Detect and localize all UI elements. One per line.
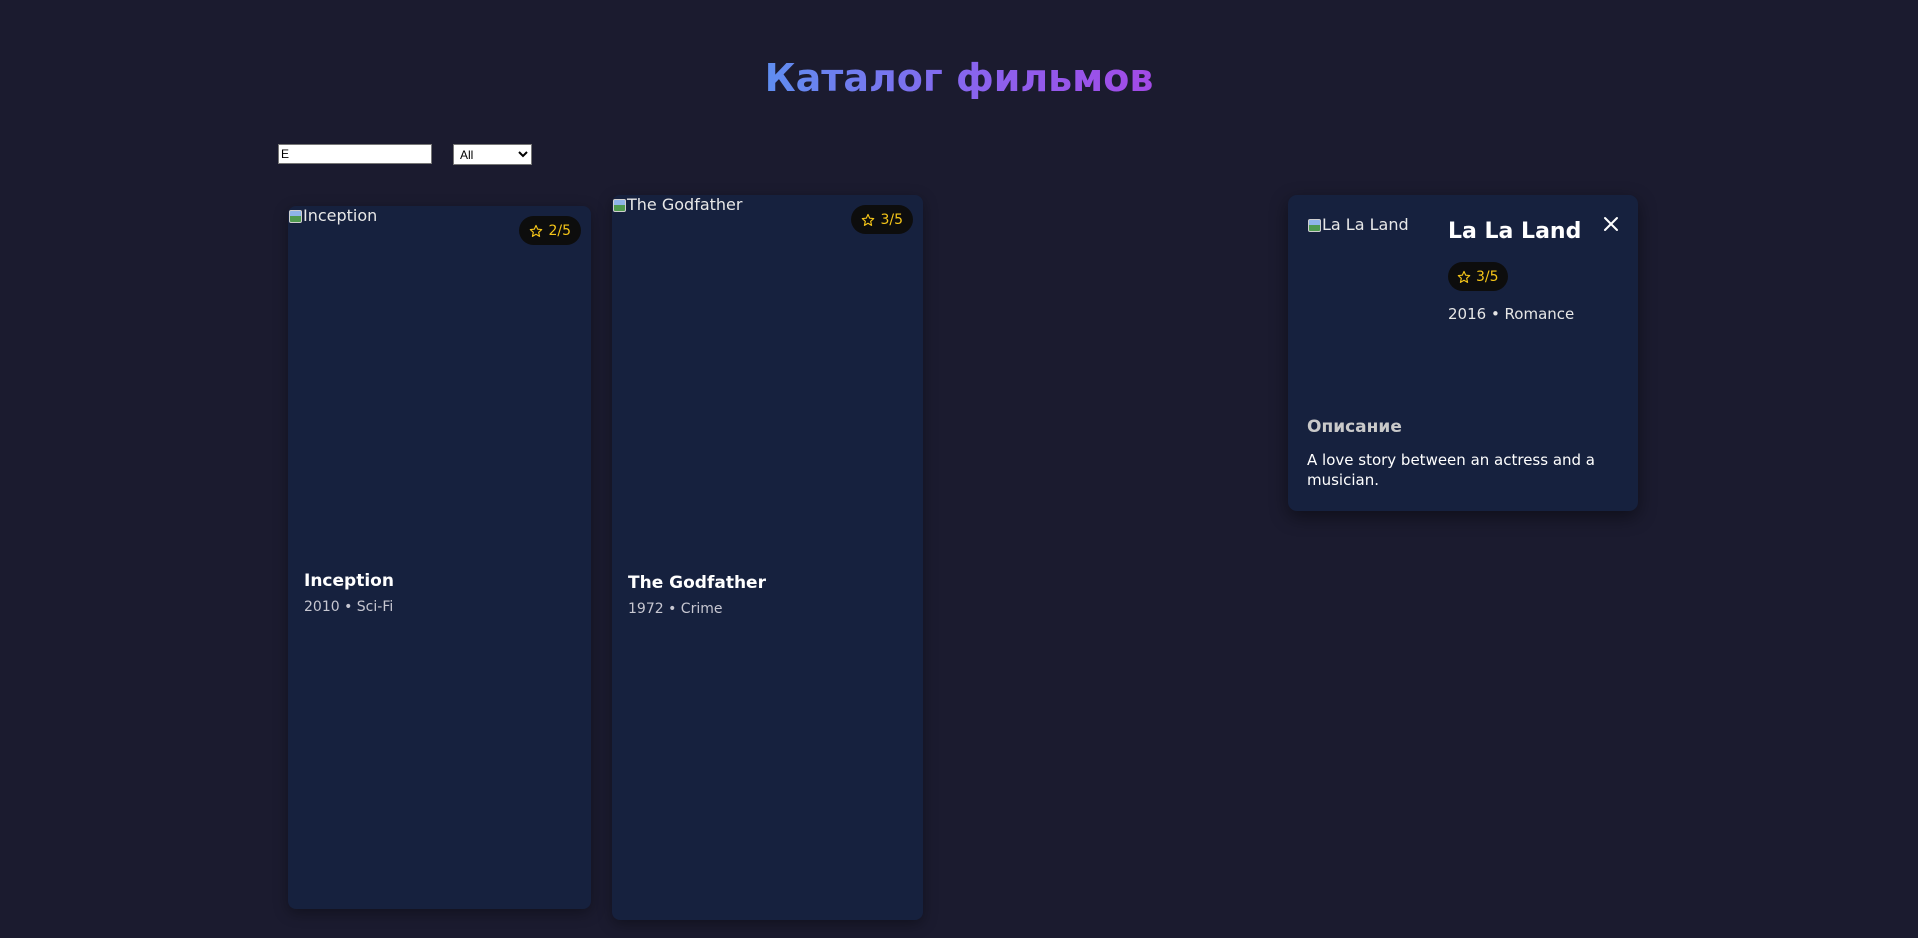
- movie-meta: 1972 • Crime: [628, 601, 723, 617]
- rating-badge: 2/5: [519, 216, 581, 245]
- detail-poster: La La Land: [1307, 215, 1409, 235]
- card-info: Inception 2010 • Sci-Fi: [304, 570, 575, 616]
- movie-meta: 2010 • Sci-Fi: [304, 599, 394, 615]
- page-title-text: Каталог фильмов: [764, 56, 1154, 100]
- poster-alt-text: La La Land: [1322, 215, 1409, 234]
- rating-badge: 3/5: [1448, 262, 1508, 291]
- rating-value: 3/5: [880, 211, 903, 228]
- close-icon[interactable]: [1600, 213, 1622, 235]
- rating-badge: 3/5: [851, 205, 913, 234]
- detail-title: La La Land: [1448, 219, 1582, 244]
- movie-card-inception[interactable]: Inception 2/5 Inception 2010 • Sci-Fi: [288, 206, 591, 909]
- card-info: The Godfather 1972 • Crime: [628, 572, 907, 618]
- movie-poster: Inception: [288, 206, 377, 226]
- poster-alt-text: The Godfather: [627, 195, 743, 214]
- rating-value: 2/5: [548, 222, 571, 239]
- movie-detail-panel: La La Land La La Land 3/5 2016 • Romance…: [1288, 195, 1638, 511]
- movie-title: Inception: [304, 571, 394, 591]
- search-input[interactable]: [278, 144, 432, 164]
- description-text: A love story between an actress and a mu…: [1307, 451, 1595, 489]
- movie-poster: The Godfather: [612, 195, 742, 215]
- movie-title: The Godfather: [628, 573, 766, 593]
- broken-image-icon: [1307, 217, 1321, 233]
- page-title: Каталог фильмов: [0, 50, 1918, 106]
- broken-image-icon: [288, 208, 302, 224]
- broken-image-icon: [612, 197, 626, 213]
- detail-meta: 2016 • Romance: [1448, 305, 1575, 323]
- poster-alt-text: Inception: [303, 206, 378, 225]
- star-icon: [1457, 270, 1471, 284]
- description-heading: Описание: [1307, 417, 1402, 437]
- star-icon: [529, 224, 543, 238]
- genre-select[interactable]: All: [453, 144, 532, 165]
- rating-value: 3/5: [1476, 268, 1499, 285]
- close-button[interactable]: [1600, 213, 1622, 235]
- star-icon: [861, 213, 875, 227]
- movie-card-the-godfather[interactable]: The Godfather 3/5 The Godfather 1972 • C…: [612, 195, 923, 920]
